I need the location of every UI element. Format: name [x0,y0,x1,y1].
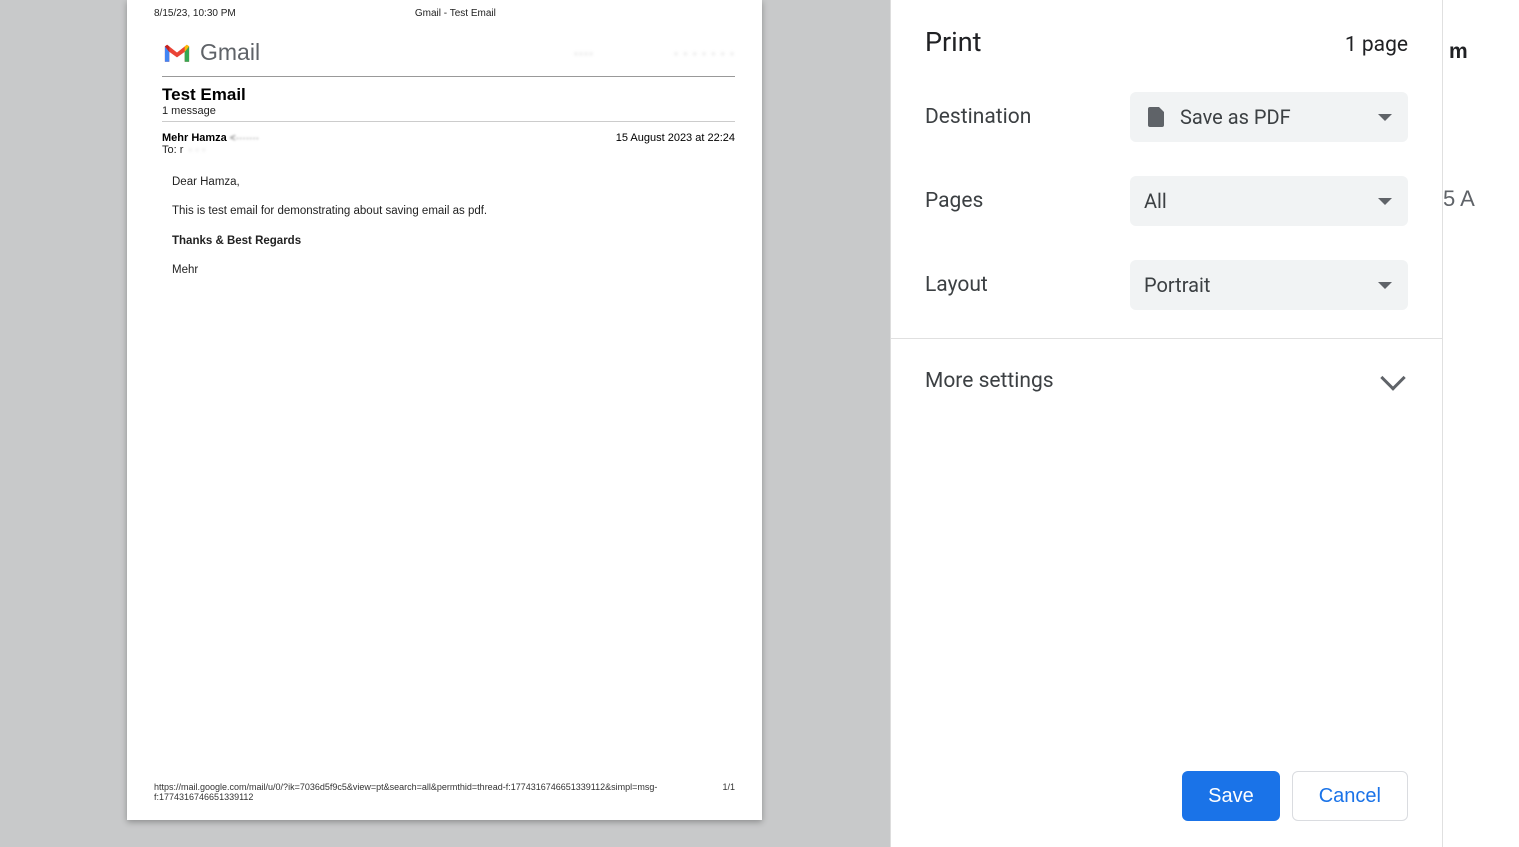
sender-email-blur: <······· [230,133,259,144]
pages-row: Pages All [925,176,1408,226]
cancel-button[interactable]: Cancel [1292,771,1408,821]
footer-page-num: 1/1 [722,782,735,802]
layout-row: Layout Portrait [925,260,1408,310]
more-settings-toggle[interactable]: More settings [891,339,1442,423]
sender-row: Mehr Hamza <······· 15 August 2023 at 22… [162,132,735,144]
chevron-down-icon [1380,365,1405,390]
layout-dropdown[interactable]: Portrait [1130,260,1408,310]
print-title: Print [925,26,982,58]
destination-value: Save as PDF [1180,105,1378,129]
message-count: 1 message [162,105,735,122]
gmail-icon [162,42,192,64]
preview-header-title: Gmail - Test Email [415,8,496,19]
destination-dropdown[interactable]: Save as PDF [1130,92,1408,142]
background-content: m 5 A [1442,0,1519,847]
gmail-logo-row: Gmail ···· · · · · · · · [162,39,735,77]
gmail-text: Gmail [200,39,260,66]
settings-block: Destination Save as PDF Pages All Layout… [891,68,1442,339]
dropdown-arrow-icon [1378,114,1392,121]
pdf-file-icon [1144,105,1168,129]
preview-page-footer: https://mail.google.com/mail/u/0/?ik=703… [154,782,735,802]
user-blur-right: · · · · · · · [674,46,735,60]
sender-name: Mehr Hamza [162,132,227,144]
panel-header: Print 1 page [891,0,1442,68]
pages-label: Pages [925,189,983,213]
body-regards: Thanks & Best Regards [172,233,735,250]
body-greeting: Dear Hamza, [172,174,735,191]
to-blur: · · · [188,144,205,156]
footer-url: https://mail.google.com/mail/u/0/?ik=703… [154,782,722,802]
user-blur-left: ···· [574,46,594,60]
body-signature: Mehr [172,262,735,279]
panel-footer: Save Cancel [1182,771,1408,821]
page-count: 1 page [1345,33,1408,57]
gmail-logo: Gmail [162,39,260,66]
pages-value: All [1144,189,1378,213]
body-line1: This is test email for demonstrating abo… [172,203,735,220]
email-body: Dear Hamza, This is test email for demon… [172,174,735,279]
to-row: To: r · · · [162,144,735,156]
dropdown-arrow-icon [1378,198,1392,205]
preview-page-header: 8/15/23, 10:30 PM Gmail - Test Email [154,8,735,19]
layout-value: Portrait [1144,273,1378,297]
pages-dropdown[interactable]: All [1130,176,1408,226]
save-button[interactable]: Save [1182,771,1280,821]
preview-page: 8/15/23, 10:30 PM Gmail - Test Email Gma… [127,0,762,820]
destination-row: Destination Save as PDF [925,92,1408,142]
bg-frag-2: 5 A [1443,186,1475,212]
dropdown-arrow-icon [1378,282,1392,289]
more-settings-label: More settings [925,369,1054,393]
email-subject: Test Email [162,85,735,105]
print-preview-area: 8/15/23, 10:30 PM Gmail - Test Email Gma… [0,0,890,847]
destination-label: Destination [925,105,1031,129]
to-label: To: r [162,144,183,156]
bg-frag-1: m [1449,40,1468,64]
preview-date: 8/15/23, 10:30 PM [154,8,236,19]
sent-datetime: 15 August 2023 at 22:24 [616,132,735,144]
print-dialog-panel: Print 1 page Destination Save as PDF Pag… [890,0,1442,847]
layout-label: Layout [925,273,988,297]
